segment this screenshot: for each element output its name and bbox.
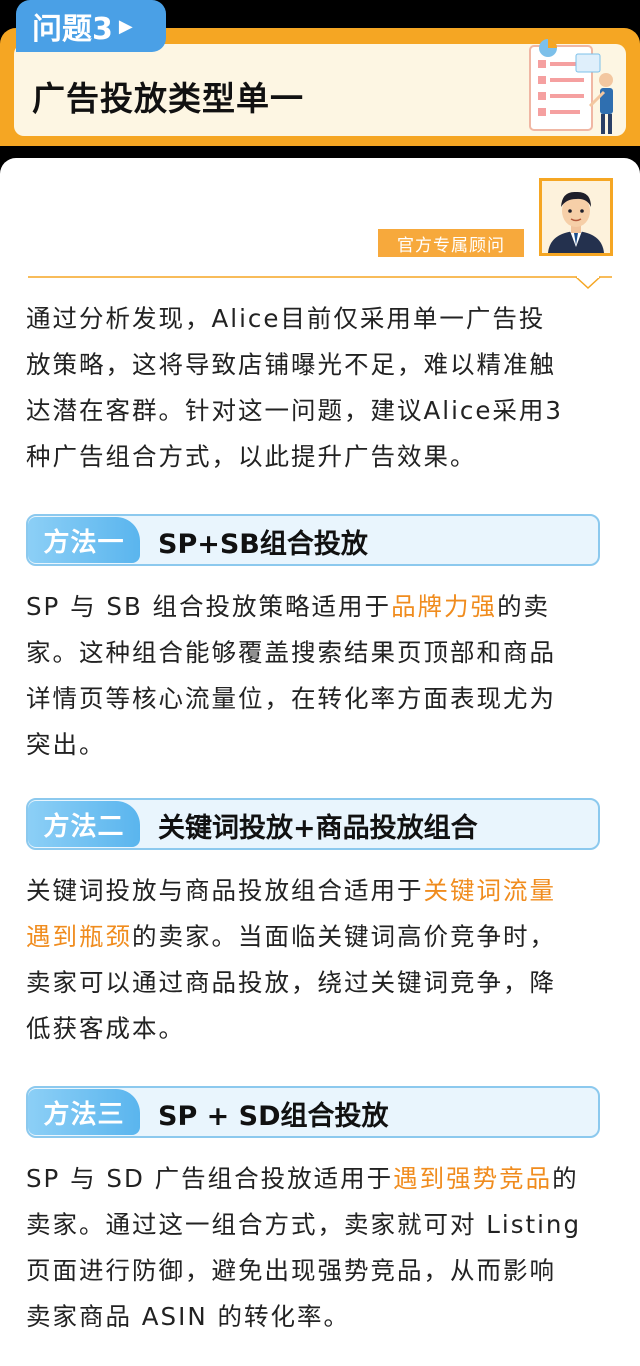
body-line: SP 与 SD 广告组合投放适用于遇到强势竞品的: [26, 1156, 616, 1202]
method-3-label: 方法三: [28, 1089, 140, 1135]
intro-line: 通过分析发现，Alice目前仅采用单一广告投: [26, 304, 546, 333]
body-line: 详情页等核心流量位，在转化率方面表现尤为: [26, 684, 556, 713]
method-3-title: SP + SD组合投放: [158, 1101, 389, 1132]
intro-line: 种广告组合方式，以此提升广告效果。: [26, 442, 477, 471]
page: 问题3 ▶ 广告投放类型单一 官方专属顾问 通过分析发现，Alice目前仅采用单…: [0, 0, 640, 1366]
body-text: SP 与 SD 广告组合投放适用于: [26, 1164, 394, 1193]
body-line: 突出。: [26, 730, 106, 759]
highlight-text: 品牌力强: [391, 592, 498, 621]
advisor-avatar: [539, 178, 613, 256]
body-text: 的: [552, 1164, 579, 1193]
body-text: 的卖: [497, 592, 551, 621]
body-line: 卖家可以通过商品投放，绕过关键词竞争，降: [26, 968, 556, 997]
body-line: 家。这种组合能够覆盖搜索结果页顶部和商品: [26, 638, 556, 667]
method-2-label: 方法二: [28, 801, 140, 847]
body-line: 关键词投放与商品投放组合适用于关键词流量: [26, 868, 616, 914]
highlight-text: 关键词流量: [423, 876, 556, 905]
body-line: 页面进行防御，避免出现强势竞品，从而影响: [26, 1256, 556, 1285]
method-3-body: SP 与 SD 广告组合投放适用于遇到强势竞品的 卖家。通过这一组合方式，卖家就…: [26, 1156, 616, 1340]
intro-paragraph: 通过分析发现，Alice目前仅采用单一广告投 放策略，这将导致店铺曝光不足，难以…: [26, 296, 616, 480]
highlight-text: 遇到强势竞品: [393, 1164, 553, 1193]
divider-line: [28, 276, 612, 290]
method-1-label: 方法一: [28, 517, 140, 563]
advisor-portrait-icon: [542, 181, 610, 253]
body-text: 的卖家。当面临关键词高价竞争时，: [132, 922, 556, 951]
body-line: 遇到瓶颈的卖家。当面临关键词高价竞争时，: [26, 914, 616, 960]
method-1-body: SP 与 SB 组合投放策略适用于品牌力强的卖 家。这种组合能够覆盖搜索结果页顶…: [26, 584, 616, 768]
body-line: 卖家商品 ASIN 的转化率。: [26, 1302, 350, 1331]
play-arrow-icon: ▶: [118, 15, 133, 37]
body-line: 低获客成本。: [26, 1014, 185, 1043]
question-tag-label: 问题3: [32, 12, 113, 47]
advisor-badge: 官方专属顾问: [378, 229, 524, 257]
method-2-body: 关键词投放与商品投放组合适用于关键词流量 遇到瓶颈的卖家。当面临关键词高价竞争时…: [26, 868, 616, 1052]
page-title: 广告投放类型单一: [32, 79, 304, 118]
body-text: 关键词投放与商品投放组合适用于: [26, 876, 424, 905]
highlight-text: 遇到瓶颈: [26, 922, 132, 951]
body-text: SP 与 SB 组合投放策略适用于: [26, 592, 392, 621]
method-1-title: SP+SB组合投放: [158, 529, 368, 560]
method-2-title: 关键词投放+商品投放组合: [158, 813, 478, 844]
intro-line: 达潜在客群。针对这一问题，建议Alice采用3: [26, 396, 564, 425]
intro-line: 放策略，这将导致店铺曝光不足，难以精准触: [26, 350, 556, 379]
body-line: 卖家。通过这一组合方式，卖家就可对 Listing: [26, 1210, 581, 1239]
report-illustration-icon: [529, 39, 613, 134]
question-tag: 问题3 ▶: [16, 0, 166, 52]
body-line: SP 与 SB 组合投放策略适用于品牌力强的卖: [26, 584, 616, 630]
